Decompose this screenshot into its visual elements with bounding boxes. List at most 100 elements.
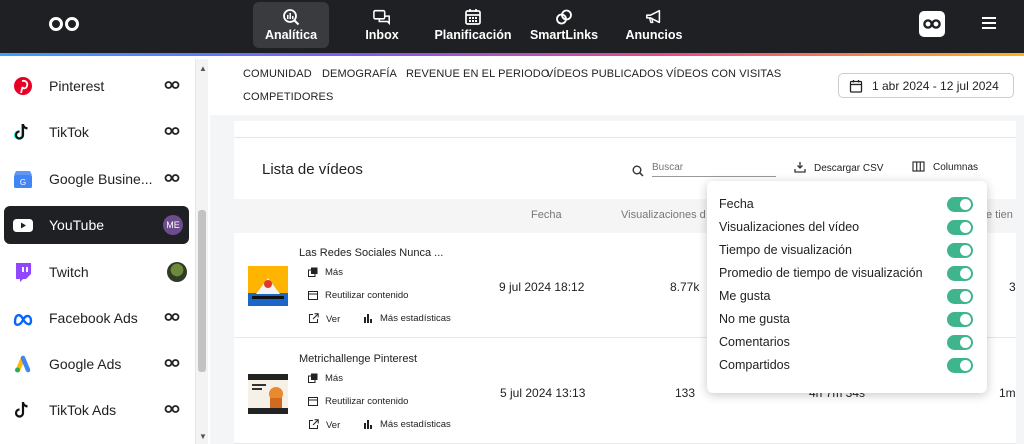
more-button[interactable]: Más [308,373,343,384]
youtube-icon [13,219,33,232]
profile-photo [167,262,187,282]
columns-icon [912,161,925,172]
toggle-switch[interactable] [947,197,973,212]
view-button[interactable]: Ver [308,419,340,431]
action-label: Más [325,267,343,278]
more-button[interactable]: Más [308,267,343,278]
megaphone-icon [646,9,661,24]
link-icon [164,127,180,135]
column-option-watch-time[interactable]: Tiempo de visualización [719,240,979,263]
nav-label: Analítica [264,28,318,42]
sidebar-item-label: Facebook Ads [49,310,138,326]
column-option-views[interactable]: Visualizaciones del vídeo [719,217,979,240]
video-title[interactable]: Las Redes Sociales Nunca ... [299,247,443,259]
toggle-switch[interactable] [947,243,973,258]
logo-icon[interactable] [48,16,80,32]
download-csv-button[interactable]: Descargar CSV [794,161,883,174]
link-icon [164,359,180,367]
column-option-date[interactable]: Fecha [719,194,979,217]
column-option-avg-watch-time[interactable]: Promedio de tiempo de visualización [719,263,979,286]
action-label: Ver [326,314,341,325]
scroll-up-icon[interactable]: ▲ [199,64,207,73]
video-thumbnail[interactable] [248,266,288,306]
tab-revenue[interactable]: REVENUE EN EL PERIODO [406,68,550,80]
more-stats-button[interactable]: Más estadísticas [363,313,451,324]
search-input[interactable] [652,159,776,177]
reuse-content-button[interactable]: Reutilizar contenido [308,396,408,407]
sidebar-item-youtube[interactable]: YouTube ME [4,206,189,244]
scroll-down-icon[interactable]: ▼ [199,432,207,441]
option-label: Me gusta [719,289,771,303]
sidebar-item-tiktok-ads[interactable]: TikTok Ads [4,391,189,429]
sidebar-item-pinterest[interactable]: Pinterest [4,67,189,105]
sidebar-item-facebook-ads[interactable]: Facebook Ads [4,299,189,337]
option-label: No me gusta [719,312,790,326]
action-label: Más estadísticas [380,419,451,430]
link-icon [164,174,180,182]
menu-icon[interactable] [982,17,996,29]
date-range-text: 1 abr 2024 - 12 jul 2024 [872,79,999,93]
date-range-picker[interactable]: 1 abr 2024 - 12 jul 2024 [838,73,1014,98]
column-option-likes[interactable]: Me gusta [719,286,979,309]
inbox-icon [373,9,390,26]
pinterest-icon [14,77,32,95]
toggle-switch[interactable] [947,358,973,373]
video-views: 133 [675,386,696,400]
nav-planning[interactable]: Planificación [434,2,512,48]
action-label: Más estadísticas [380,313,451,324]
tab-competitors[interactable]: COMPETIDORES [243,91,333,103]
toggle-switch[interactable] [947,220,973,235]
action-label: Más [325,373,343,384]
sidebar-item-label: Twitch [49,264,89,280]
nav-smartlinks[interactable]: SmartLinks [526,2,602,48]
copy-icon [308,267,318,277]
account-avatar[interactable] [919,11,945,37]
columns-label: Columnas [933,162,979,173]
calendar-icon [308,291,318,300]
more-stats-button[interactable]: Más estadísticas [363,419,451,430]
copy-icon [308,373,318,383]
sidebar-item-tiktok[interactable]: TikTok [4,113,189,151]
tab-videos-with-views[interactable]: VÍDEOS CON VISITAS [666,68,781,80]
column-header-date[interactable]: Fecha [531,209,562,221]
columns-button[interactable]: Columnas [912,161,978,173]
external-link-icon [309,419,319,429]
column-option-comments[interactable]: Comentarios [719,332,979,355]
google-ads-icon [15,355,31,373]
toggle-switch[interactable] [947,289,973,304]
scrollbar-thumb[interactable] [198,210,206,372]
sidebar-item-google-ads[interactable]: Google Ads [4,345,189,383]
column-header-watch-time[interactable]: e tien [986,209,1013,221]
calendar-icon [849,80,863,93]
video-title[interactable]: Metrichallenge Pinterest [299,353,417,365]
columns-dropdown: Fecha Visualizaciones del vídeo Tiempo d… [707,181,987,393]
view-button[interactable]: Ver [308,313,340,325]
toggle-switch[interactable] [947,335,973,350]
sidebar-item-twitch[interactable]: Twitch [4,253,189,291]
tab-community[interactable]: COMUNIDAD [243,68,312,80]
toggle-switch[interactable] [947,266,973,281]
bar-chart-icon [364,420,372,429]
brand-gradient-line [0,53,1024,56]
sidebar-item-label: Google Ads [49,356,122,372]
tab-published-videos[interactable]: VÍDEOS PUBLICADOS [546,68,663,80]
reuse-content-button[interactable]: Reutilizar contenido [308,290,408,301]
video-date: 9 jul 2024 18:12 [499,280,585,294]
column-option-dislikes[interactable]: No me gusta [719,309,979,332]
nav-inbox[interactable]: Inbox [344,2,420,48]
csv-label: Descargar CSV [814,163,884,174]
column-header-views[interactable]: Visualizaciones d [621,209,706,221]
tab-demographics[interactable]: DEMOGRAFÍA [322,68,397,80]
calendar-icon [465,9,481,25]
video-thumbnail[interactable] [248,374,288,414]
column-option-shares[interactable]: Compartidos [719,355,979,378]
option-label: Fecha [719,197,754,211]
nav-analytics[interactable]: Analítica [253,2,329,48]
sidebar-item-google-business[interactable]: G Google Busine... [4,160,189,198]
nav-label: Inbox [365,28,399,42]
action-label: Ver [326,420,341,431]
nav-ads[interactable]: Anuncios [616,2,692,48]
account-badge: ME [163,215,183,235]
toggle-switch[interactable] [947,312,973,327]
link-icon [164,405,180,413]
